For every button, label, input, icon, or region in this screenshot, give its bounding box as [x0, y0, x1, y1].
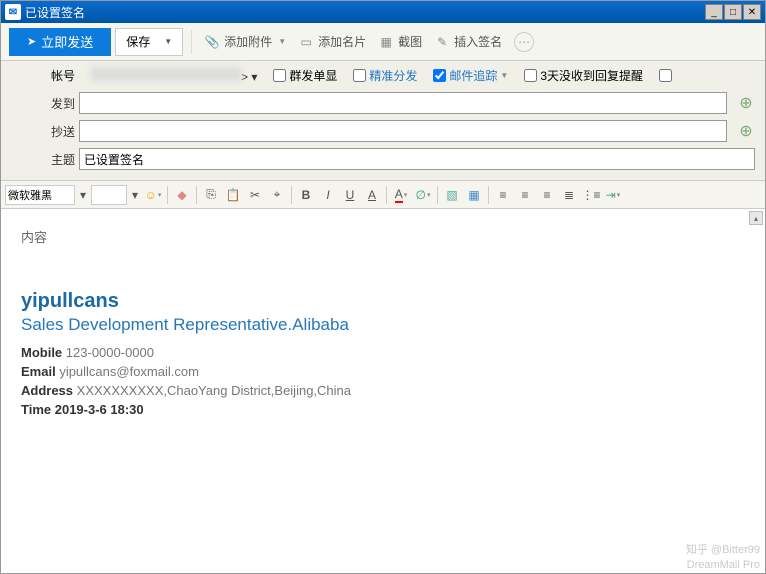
remind-checkbox[interactable]: 3天没收到回复提醒	[524, 67, 643, 84]
ordered-list-button[interactable]: ≣	[559, 185, 579, 205]
message-body[interactable]: ▴ 内容 yipullcans Sales Development Repres…	[1, 209, 765, 573]
save-button[interactable]: 保存▼	[115, 28, 183, 56]
copy-button[interactable]: ⎘	[201, 185, 221, 205]
precise-send-checkbox[interactable]: 精准分发	[353, 67, 417, 84]
window-title: 已设置签名	[25, 4, 705, 21]
close-button[interactable]: ✕	[743, 4, 761, 20]
save-dropdown-icon[interactable]: ▼	[164, 37, 172, 46]
main-toolbar: 立即发送 保存▼ 📎添加附件▼ ▭添加名片 ▦截图 ✎插入签名 ⋯	[1, 23, 765, 61]
font-size-select[interactable]	[91, 185, 127, 205]
bold-button[interactable]: B	[296, 185, 316, 205]
italic-button[interactable]: I	[318, 185, 338, 205]
signature-mobile: Mobile 123-0000-0000	[21, 345, 745, 360]
emoji-button[interactable]: ☺▾	[143, 185, 163, 205]
chevron-down-icon[interactable]: ▼	[500, 71, 508, 80]
font-family-select[interactable]	[5, 185, 75, 205]
expand-cc-icon[interactable]: ▸	[57, 126, 62, 137]
indent-button[interactable]: ⇥▾	[603, 185, 623, 205]
format-toolbar: ▾ ▾ ☺▾ ◆ ⎘ 📋 ✂ ⌖ B I U A A▾ ∅▾ ▧ ▦ ≡ ≡ ≡…	[1, 181, 765, 209]
to-input[interactable]	[79, 92, 727, 114]
format-clear-button[interactable]: ◆	[172, 185, 192, 205]
font-style-button[interactable]: A	[362, 185, 382, 205]
send-button[interactable]: 立即发送	[9, 28, 111, 56]
subject-row: 主题	[37, 148, 755, 170]
font-dropdown-icon[interactable]: ▾	[77, 185, 89, 205]
scroll-up-button[interactable]: ▴	[749, 211, 763, 225]
format-painter-button[interactable]: ⌖	[267, 185, 287, 205]
unordered-list-button[interactable]: ⋮≡	[581, 185, 601, 205]
to-row: 发到 ⊕	[37, 92, 755, 114]
signature-address: Address XXXXXXXXXX,ChaoYang District,Bei…	[21, 383, 745, 398]
pen-icon: ✎	[434, 34, 450, 50]
signature-email: Email yipullcans@foxmail.com	[21, 364, 745, 379]
cc-input[interactable]	[79, 120, 727, 142]
more-button[interactable]: ⋯	[514, 32, 534, 52]
account-row: 帐号 > ▾ 群发单显 精准分发 邮件追踪▼ 3天没收到回复提醒	[37, 67, 755, 84]
font-color-button[interactable]: A▾	[391, 185, 411, 205]
add-cc-button[interactable]: ⊕	[737, 122, 755, 140]
mail-track-checkbox[interactable]: 邮件追踪▼	[433, 67, 508, 84]
insert-signature-button[interactable]: ✎插入签名	[430, 33, 506, 50]
maximize-button[interactable]: □	[724, 4, 742, 20]
screenshot-button[interactable]: ▦截图	[374, 33, 426, 50]
subject-label: 主题	[37, 151, 75, 168]
cut-button[interactable]: ✂	[245, 185, 265, 205]
highlight-button[interactable]: ∅▾	[413, 185, 433, 205]
extra-checkbox[interactable]	[659, 69, 672, 82]
account-label: 帐号	[37, 67, 75, 84]
chevron-down-icon[interactable]: ▼	[278, 37, 286, 46]
body-content-label: 内容	[21, 227, 745, 246]
signature-title: Sales Development Representative.Alibaba	[21, 315, 745, 335]
separator	[191, 30, 192, 54]
signature-name: yipullcans	[21, 290, 745, 313]
to-label: 发到	[37, 95, 75, 112]
card-icon: ▭	[298, 34, 314, 50]
paperclip-icon: 📎	[204, 34, 220, 50]
insert-image-button[interactable]: ▧	[442, 185, 462, 205]
email-compose-window: ✉ 已设置签名 _ □ ✕ 立即发送 保存▼ 📎添加附件▼ ▭添加名片 ▦截图 …	[0, 0, 766, 574]
attach-button[interactable]: 📎添加附件▼	[200, 33, 290, 50]
size-dropdown-icon[interactable]: ▾	[129, 185, 141, 205]
add-card-button[interactable]: ▭添加名片	[294, 33, 370, 50]
titlebar: ✉ 已设置签名 _ □ ✕	[1, 1, 765, 23]
align-left-button[interactable]: ≡	[493, 185, 513, 205]
subject-input[interactable]	[79, 148, 755, 170]
account-value[interactable]: > ▾	[91, 67, 257, 84]
add-recipient-button[interactable]: ⊕	[737, 94, 755, 112]
watermark: 知乎 @Bitter99 DreamMail Pro	[686, 543, 760, 572]
scissors-icon: ▦	[378, 34, 394, 50]
cc-row: ▸ 抄送 ⊕	[37, 120, 755, 142]
app-icon: ✉	[5, 4, 21, 20]
insert-table-button[interactable]: ▦	[464, 185, 484, 205]
cc-label: 抄送	[37, 123, 75, 140]
signature-time: Time 2019-3-6 18:30	[21, 402, 745, 417]
minimize-button[interactable]: _	[705, 4, 723, 20]
paste-button[interactable]: 📋	[223, 185, 243, 205]
underline-button[interactable]: U	[340, 185, 360, 205]
align-center-button[interactable]: ≡	[515, 185, 535, 205]
header-area: 帐号 > ▾ 群发单显 精准分发 邮件追踪▼ 3天没收到回复提醒 发到 ⊕ ▸ …	[1, 61, 765, 181]
mass-single-checkbox[interactable]: 群发单显	[273, 67, 337, 84]
align-right-button[interactable]: ≡	[537, 185, 557, 205]
